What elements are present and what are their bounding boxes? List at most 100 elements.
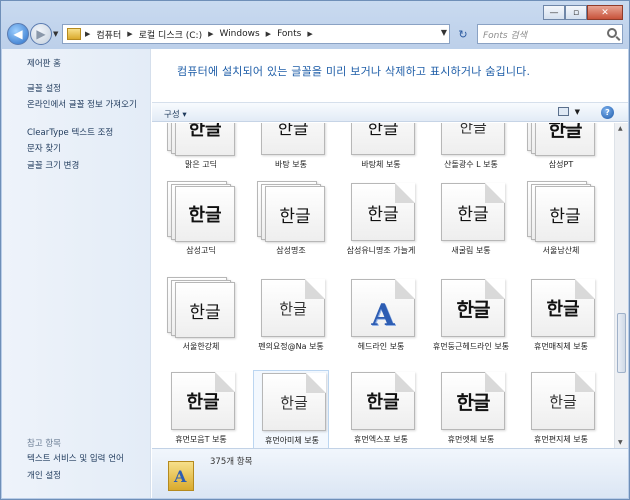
font-item[interactable]: 한글 휴먼편지체 보통 (523, 370, 599, 448)
get-font-info-online-link[interactable]: 온라인에서 글꼴 정보 가져오기 (27, 100, 147, 111)
change-view-button[interactable]: ▼ (557, 107, 580, 116)
scrollbar-thumb[interactable] (617, 313, 626, 373)
font-name-label: 휴먼엣체 보통 (447, 435, 495, 444)
chevron-right-icon[interactable]: ▶ (208, 30, 213, 38)
font-item[interactable]: 한글휴먼엑스포 보통 (343, 370, 419, 448)
font-settings-link[interactable]: 글꼴 설정 (27, 84, 147, 95)
scroll-down-icon[interactable]: ▼ (618, 439, 623, 446)
close-button[interactable]: ✕ (587, 5, 623, 20)
font-thumbnail-icon: 한글 (527, 181, 595, 242)
view-icon[interactable] (557, 107, 569, 116)
chevron-down-icon[interactable]: ▼ (441, 28, 447, 37)
scroll-up-icon[interactable]: ▲ (618, 125, 623, 132)
font-thumbnail-icon: 한글 (347, 123, 415, 155)
back-arrow-icon: ◀ (13, 27, 23, 41)
breadcrumb-label[interactable]: 로컬 디스크 (C:) (139, 28, 202, 41)
address-bar[interactable]: ▶ 컴퓨터 ▶ 로컬 디스크 (C:) ▶ Windows ▶ Fonts ▶ ▼ (62, 24, 450, 44)
font-item[interactable]: 한글 서울한강체 (163, 277, 239, 369)
vertical-scrollbar[interactable]: ▲ ▼ (614, 123, 628, 448)
chevron-right-icon[interactable]: ▶ (127, 30, 132, 38)
recent-pages-dropdown[interactable]: ▼ (53, 30, 58, 38)
search-icon[interactable] (607, 28, 617, 38)
breadcrumb-label[interactable]: 컴퓨터 (96, 28, 121, 41)
character-map-link[interactable]: 문자 찾기 (27, 144, 147, 155)
forward-button[interactable]: ▶ (30, 23, 52, 45)
breadcrumb-fonts[interactable]: ▶ Fonts ▶ (266, 29, 319, 39)
font-item[interactable]: 한글 휴먼매직체 보통 (523, 277, 599, 369)
font-name-label: 바탕 보통 (275, 160, 307, 169)
font-preview-glyph: 한글 (457, 204, 489, 225)
font-name-label: 휴먼모음T 보통 (175, 435, 227, 444)
help-button[interactable]: ? (601, 106, 614, 119)
control-panel-home-link[interactable]: 제어판 홈 (27, 59, 147, 70)
font-item[interactable]: 한글 펜의요정@Na 보통 (253, 277, 329, 369)
font-thumbnail-icon: 한글 (437, 181, 505, 241)
font-thumbnail-icon: 한글 (167, 370, 235, 430)
font-preview-glyph: 한글 (277, 123, 309, 139)
see-also-heading: 참고 항목 (27, 439, 61, 449)
font-name-label: 삼성고딕 (186, 246, 216, 255)
font-item[interactable]: 한글 삼성유니명조 가늘게 (343, 181, 419, 273)
font-preview-glyph: 한글 (189, 302, 221, 323)
chevron-down-icon[interactable]: ▼ (575, 108, 580, 116)
font-name-label: 헤드라인 보통 (357, 342, 405, 351)
font-thumbnail-icon: 한글 (347, 370, 415, 430)
font-preview-glyph: 한글 (456, 391, 491, 414)
font-preview-glyph: 한글 (280, 393, 308, 412)
breadcrumb-windows[interactable]: ▶ Windows (208, 29, 260, 39)
font-item[interactable]: 한글삼성명조 (253, 181, 329, 273)
breadcrumb-computer[interactable]: ▶ 컴퓨터 (85, 28, 121, 41)
font-preview-glyph: 한글 (367, 123, 399, 139)
font-preview-glyph: 한글 (459, 123, 487, 136)
font-thumbnail-icon: 한글 (437, 370, 505, 430)
search-placeholder: Fonts 검색 (483, 30, 528, 41)
cleartype-tuner-link[interactable]: ClearType 텍스트 조정 (27, 128, 147, 139)
font-item[interactable]: 한글휴먼모음T 보통 (163, 370, 239, 448)
font-name-label: 휴먼편지체 보통 (533, 435, 589, 444)
font-item[interactable]: 한글 새굴림 보통 (433, 181, 509, 273)
font-preview-glyph: 한글 (188, 123, 222, 140)
font-name-label: 삼성PT (548, 160, 574, 169)
font-item[interactable]: 한글 산돌광수 L 보통 (433, 123, 509, 187)
search-input[interactable]: Fonts 검색 (477, 24, 623, 44)
font-item[interactable]: 한글 서울남산체 (523, 181, 599, 273)
font-name-label: 삼성명조 (276, 246, 306, 255)
breadcrumb-label[interactable]: Windows (219, 29, 259, 39)
chevron-right-icon[interactable]: ▶ (266, 30, 271, 38)
font-item[interactable]: 한글 바탕체 보통 (343, 123, 419, 187)
change-font-size-link[interactable]: 글꼴 크기 변경 (27, 161, 147, 172)
font-thumbnail-icon: 한글 (527, 277, 595, 337)
font-item[interactable]: 한글 휴먼둥근헤드라인 보통 (433, 277, 509, 369)
font-thumbnail-icon: 한글 (167, 181, 235, 242)
address-history-dropdown[interactable]: ▼ (441, 28, 447, 37)
chevron-right-icon[interactable]: ▶ (85, 30, 90, 38)
back-button[interactable]: ◀ (7, 23, 29, 45)
text-services-link[interactable]: 텍스트 서비스 및 입력 언어 (27, 454, 147, 465)
maximize-button[interactable]: ▫ (565, 5, 587, 20)
font-thumbnail-icon: 한글 (437, 277, 505, 337)
font-item[interactable]: 한글휴먼아미체 보통 (253, 370, 329, 448)
organize-menu-button[interactable]: 구성 ▾ (164, 108, 187, 120)
font-item[interactable]: 한글 맑은 고딕 (163, 123, 239, 187)
font-name-label: 휴먼아미체 보통 (264, 436, 320, 445)
personalization-link[interactable]: 개인 설정 (27, 471, 147, 482)
font-item[interactable]: 한글삼성고딕 (163, 181, 239, 273)
font-name-label: 휴먼엑스포 보통 (353, 435, 409, 444)
font-preview-glyph: 한글 (186, 392, 220, 413)
font-preview-glyph: 한글 (279, 206, 311, 227)
breadcrumb-label[interactable]: Fonts (277, 29, 301, 39)
navigation-pane: 제어판 홈 글꼴 설정 온라인에서 글꼴 정보 가져오기 ClearType 텍… (2, 49, 151, 498)
fonts-folder-large-icon: A (168, 457, 194, 491)
font-thumbnail-icon: 한글 (527, 123, 595, 156)
chevron-right-icon[interactable]: ▶ (307, 30, 312, 38)
font-thumbnail-icon: 한글 (257, 181, 325, 242)
font-preview-glyph: 한글 (366, 392, 400, 413)
minimize-button[interactable]: — (543, 5, 565, 20)
font-preview-glyph: 한글 (279, 299, 307, 318)
font-item[interactable]: 한글휴먼엣체 보통 (433, 370, 509, 448)
font-item[interactable]: 한글바탕 보통 (253, 123, 329, 187)
font-item[interactable]: A 헤드라인 보통 (343, 277, 419, 369)
font-item[interactable]: 한글삼성PT (523, 123, 599, 187)
refresh-button[interactable]: ↻ (453, 24, 473, 44)
breadcrumb-local-disk[interactable]: ▶ 로컬 디스크 (C:) (127, 28, 202, 41)
